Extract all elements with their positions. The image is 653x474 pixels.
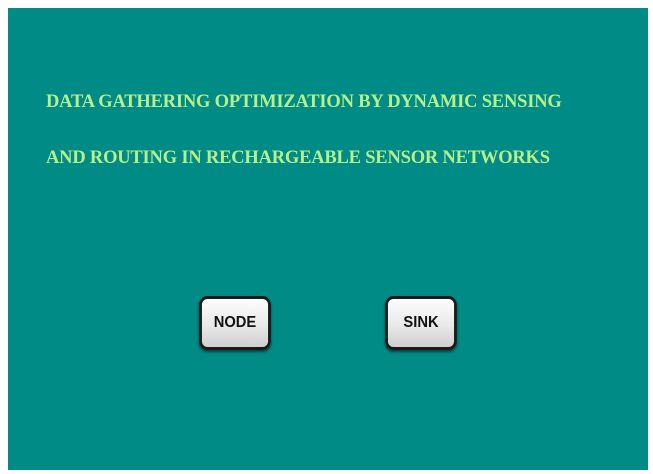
sink-button[interactable]: SINK <box>385 296 457 350</box>
node-button[interactable]: NODE <box>199 296 271 350</box>
app-window: DATA GATHERING OPTIMIZATION BY DYNAMIC S… <box>8 8 648 470</box>
title-line-2: AND ROUTING IN RECHARGEABLE SENSOR NETWO… <box>46 148 550 168</box>
title-line-1: DATA GATHERING OPTIMIZATION BY DYNAMIC S… <box>46 92 562 112</box>
